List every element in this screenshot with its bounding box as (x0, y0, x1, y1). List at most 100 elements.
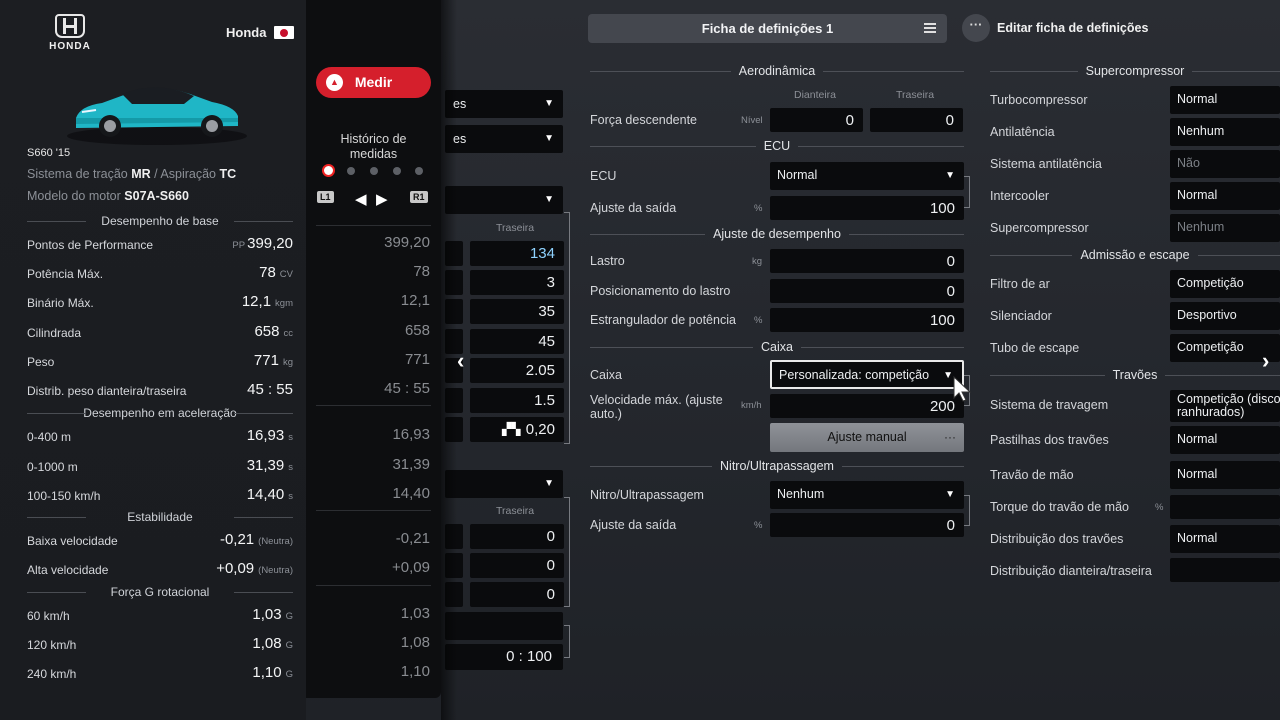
spec-row: 240 km/h 1,10 G (27, 664, 293, 684)
ecu-title: ECU (590, 139, 964, 153)
history-dot[interactable] (415, 167, 423, 175)
hidden-value-field[interactable]: ▞▚ 0,20 (470, 417, 564, 442)
gearbox-dropdown[interactable]: Personalizada: competição ▼ (770, 360, 964, 389)
l1-key[interactable]: L1 (317, 191, 334, 203)
hidden-value-field[interactable]: 0 (470, 582, 564, 607)
engine-line: Modelo do motor S07A-S660 (27, 189, 189, 203)
ballast-field[interactable]: 0 (770, 249, 964, 273)
spec-unit: (Neutra) (258, 536, 293, 547)
ecu-output-field[interactable]: 100 (770, 196, 964, 220)
history-value: 78 (413, 263, 430, 280)
setting-label: Silenciador (990, 309, 1052, 323)
nitro-dropdown[interactable]: Nenhum ▼ (770, 481, 964, 509)
history-dot[interactable] (347, 167, 355, 175)
spec-label: Peso (27, 355, 55, 369)
history-dot[interactable] (370, 167, 378, 175)
tire-icon: ▞▚ (502, 422, 521, 436)
spec-value: -0,21 (Neutra) (219, 531, 293, 548)
hidden-ratio-field[interactable]: 0 : 100 (445, 644, 563, 670)
spec-unit: s (288, 491, 293, 502)
spec-row: Cilindrada 658 cc (27, 323, 293, 343)
next-page-arrow-icon[interactable]: › (1262, 348, 1269, 374)
level-unit: Nível (741, 115, 763, 126)
spec-value: 1,10 G (252, 664, 293, 681)
spec-value: PP 399,20 (232, 235, 293, 252)
edit-sheet-label[interactable]: Editar ficha de definições (997, 21, 1148, 35)
percent-unit: % (754, 203, 763, 214)
column-header-rear: Traseira (896, 89, 935, 101)
ballast-position-field[interactable]: 0 (770, 279, 964, 303)
hidden-dropdown-1[interactable]: es ▼ (445, 90, 563, 118)
hidden-dropdown-3[interactable]: ▼ (445, 186, 563, 214)
handbrake-torque-field[interactable] (1170, 495, 1280, 519)
downforce-rear-field[interactable]: 0 (870, 108, 963, 132)
top-speed-field[interactable]: 200 (770, 394, 964, 418)
hidden-value-field[interactable]: 134 (470, 241, 564, 266)
brake-system-dropdown[interactable]: Competição (disco ranhurados) (1170, 390, 1280, 422)
history-dot[interactable] (322, 164, 335, 177)
kg-unit: kg (752, 256, 763, 267)
setting-dropdown[interactable]: Nenhum (1170, 214, 1280, 242)
aero-title: Aerodinâmica (590, 64, 964, 78)
brake-system-label: Sistema de travagem (990, 398, 1109, 412)
hidden-value-field[interactable]: 0 (470, 524, 564, 549)
handbrake-label: Travão de mão (990, 468, 1074, 482)
settings-sheet-selector[interactable]: Ficha de definições 1 (588, 14, 947, 43)
hidden-value-field[interactable]: 35 (470, 299, 564, 324)
measure-button[interactable]: ▲ Medir (316, 67, 431, 98)
hidden-dropdown-4[interactable]: ▼ (445, 470, 563, 498)
spec-unit: (Neutra) (258, 565, 293, 576)
hidden-dropdown-2[interactable]: es ▼ (445, 125, 563, 153)
spec-value: +0,09 (Neutra) (216, 560, 293, 577)
setting-dropdown[interactable]: Não (1170, 150, 1280, 178)
brake-balance-label: Distribuição dos travões (990, 532, 1124, 546)
brake-balance-dropdown[interactable]: Normal (1170, 525, 1280, 553)
setting-dropdown[interactable]: Normal (1170, 86, 1280, 114)
previous-page-arrow-icon[interactable]: ‹ (457, 348, 464, 374)
hidden-value-field[interactable]: 1.5 (470, 388, 564, 413)
spec-label: Baixa velocidade (27, 534, 118, 548)
spec-value: 14,40 s (246, 486, 293, 503)
supercharger-title: Supercompressor (990, 64, 1280, 78)
kmh-unit: km/h (741, 400, 762, 411)
history-value: 31,39 (392, 456, 430, 473)
history-value: 16,93 (392, 426, 430, 443)
previous-arrow-icon[interactable]: ◀ (355, 190, 367, 208)
hidden-value-field[interactable]: 3 (470, 270, 564, 295)
setting-dropdown[interactable]: Normal (1170, 182, 1280, 210)
manual-adjust-button[interactable]: Ajuste manual ··· (770, 423, 964, 452)
more-icon: ··· (944, 430, 956, 444)
spec-prefix: PP (232, 240, 246, 251)
triangle-button-icon: ▲ (326, 74, 343, 91)
history-value: 1,08 (400, 634, 430, 651)
brakes-title: Travões (990, 368, 1280, 382)
dropdown-arrow-icon: ▼ (544, 478, 554, 489)
history-dot[interactable] (393, 167, 401, 175)
history-value: 14,40 (392, 485, 430, 502)
setting-dropdown[interactable]: Desportivo (1170, 302, 1280, 330)
hidden-value-field[interactable]: 0 (470, 553, 564, 578)
setting-label: Tubo de escape (990, 341, 1080, 355)
spec-unit: kgm (275, 298, 293, 309)
intake-exhaust-title: Admissão e escape (990, 248, 1280, 262)
spec-unit: cc (283, 328, 294, 339)
setting-dropdown[interactable]: Competição (1170, 270, 1280, 298)
hidden-value-field[interactable]: 45 (470, 329, 564, 354)
front-rear-balance-field[interactable] (1170, 558, 1280, 582)
more-options-icon[interactable]: ··· (962, 14, 990, 42)
hidden-value-field[interactable]: 2.05 (470, 358, 564, 383)
r1-key[interactable]: R1 (410, 191, 428, 203)
ecu-dropdown[interactable]: Normal ▼ (770, 162, 964, 190)
setting-dropdown[interactable]: Nenhum (1170, 118, 1280, 146)
spec-unit: G (285, 611, 293, 622)
handbrake-dropdown[interactable]: Normal (1170, 461, 1280, 489)
brake-pads-dropdown[interactable]: Normal (1170, 426, 1280, 454)
spec-row: 60 km/h 1,03 G (27, 606, 293, 626)
downforce-front-field[interactable]: 0 (770, 108, 863, 132)
nitro-output-field[interactable]: 0 (770, 513, 964, 537)
spec-value: 771 kg (253, 352, 293, 369)
history-value: 1,03 (400, 605, 430, 622)
spec-row: Peso 771 kg (27, 352, 293, 372)
next-arrow-icon[interactable]: ▶ (376, 190, 388, 208)
power-restrictor-field[interactable]: 100 (770, 308, 964, 332)
